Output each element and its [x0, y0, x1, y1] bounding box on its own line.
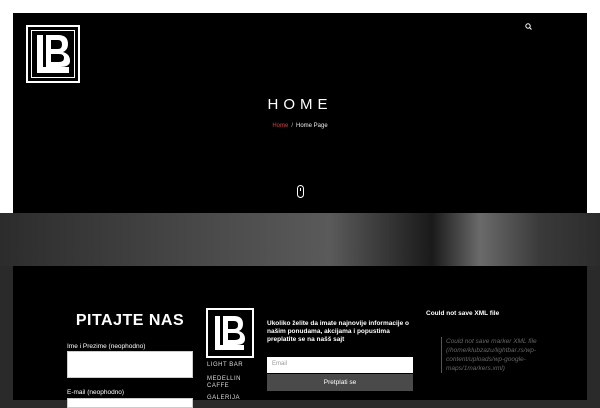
page-title: HOME — [267, 96, 333, 113]
search-button[interactable] — [522, 20, 536, 34]
email-label: E-mail (neophodno) — [67, 389, 125, 396]
top-border — [0, 0, 600, 13]
footer-brand-line: CAFFE — [207, 383, 230, 389]
contact-title: PITAJTE NAS — [75, 312, 185, 329]
mouse-scroll-icon[interactable] — [297, 185, 304, 198]
name-label: Ime i Prezime (neophodno) — [67, 343, 146, 350]
breadcrumb: Home / Home Page — [13, 123, 587, 129]
footer-brand-line: GALERIJA — [207, 395, 241, 401]
map-error-title: Could not save XML file — [426, 310, 500, 317]
hero-section: HOME Home / Home Page — [13, 13, 587, 213]
left-border — [0, 13, 13, 213]
map-error-message: Could not save marker XML file (/home/kl… — [441, 337, 566, 373]
site-logo[interactable] — [26, 25, 80, 83]
decorative-banner — [0, 213, 600, 266]
subscribe-button[interactable]: Pretplati se — [267, 374, 413, 391]
newsletter-email-input[interactable]: Email — [267, 357, 413, 373]
footer-brand-line: LIGHT BAR — [207, 362, 244, 368]
footer-logo — [206, 308, 254, 358]
footer-brand-line: MEDELLIN — [207, 376, 242, 382]
lb-monogram-icon — [215, 316, 245, 350]
search-icon — [525, 23, 532, 30]
footer: PITAJTE NAS Ime i Prezime (neophodno) E-… — [13, 266, 587, 408]
name-input[interactable] — [67, 351, 193, 378]
newsletter-text: Ukoliko želite da imate najnovije inform… — [267, 320, 409, 343]
breadcrumb-current: Home Page — [296, 123, 328, 129]
lb-monogram-icon — [37, 35, 70, 73]
breadcrumb-home-link[interactable]: Home — [272, 123, 288, 129]
breadcrumb-separator: / — [291, 123, 293, 129]
right-border — [587, 13, 600, 213]
scroll-wheel — [300, 188, 301, 191]
